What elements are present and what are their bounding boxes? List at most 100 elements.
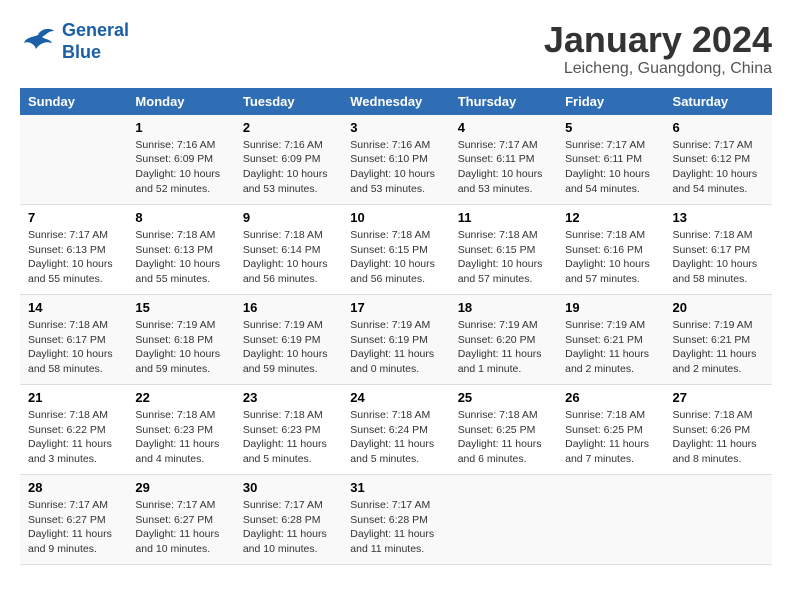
location-subtitle: Leicheng, Guangdong, China — [544, 60, 772, 78]
day-info: Sunrise: 7:19 AMSunset: 6:19 PMDaylight:… — [243, 318, 334, 377]
day-number: 23 — [243, 390, 334, 405]
day-number: 4 — [458, 120, 549, 135]
day-number: 26 — [565, 390, 656, 405]
day-number: 12 — [565, 210, 656, 225]
day-info: Sunrise: 7:17 AMSunset: 6:27 PMDaylight:… — [28, 498, 119, 557]
title-area: January 2024 Leicheng, Guangdong, China — [544, 20, 772, 78]
calendar-cell: 8 Sunrise: 7:18 AMSunset: 6:13 PMDaylight… — [127, 205, 234, 295]
day-info: Sunrise: 7:18 AMSunset: 6:17 PMDaylight:… — [28, 318, 119, 377]
day-number: 10 — [350, 210, 441, 225]
day-number: 17 — [350, 300, 441, 315]
week-row-1: 1 Sunrise: 7:16 AMSunset: 6:09 PMDaylight… — [20, 115, 772, 205]
weekday-header-tuesday: Tuesday — [235, 88, 342, 115]
week-row-2: 7 Sunrise: 7:17 AMSunset: 6:13 PMDaylight… — [20, 205, 772, 295]
calendar-cell: 14 Sunrise: 7:18 AMSunset: 6:17 PMDayligh… — [20, 295, 127, 385]
calendar-cell: 29 Sunrise: 7:17 AMSunset: 6:27 PMDayligh… — [127, 475, 234, 565]
logo-text: General Blue — [62, 20, 129, 63]
calendar-cell: 26 Sunrise: 7:18 AMSunset: 6:25 PMDayligh… — [557, 385, 664, 475]
day-number: 6 — [673, 120, 764, 135]
day-info: Sunrise: 7:18 AMSunset: 6:25 PMDaylight:… — [565, 408, 656, 467]
day-info: Sunrise: 7:18 AMSunset: 6:22 PMDaylight:… — [28, 408, 119, 467]
day-number: 7 — [28, 210, 119, 225]
day-info: Sunrise: 7:18 AMSunset: 6:23 PMDaylight:… — [243, 408, 334, 467]
day-number: 16 — [243, 300, 334, 315]
weekday-header-saturday: Saturday — [665, 88, 772, 115]
day-number: 30 — [243, 480, 334, 495]
weekday-header-row: SundayMondayTuesdayWednesdayThursdayFrid… — [20, 88, 772, 115]
day-info: Sunrise: 7:18 AMSunset: 6:24 PMDaylight:… — [350, 408, 441, 467]
calendar-cell: 9Sunrise: 7:18 AMSunset: 6:14 PMDaylight… — [235, 205, 342, 295]
calendar-cell: 27Sunrise: 7:18 AMSunset: 6:26 PMDayligh… — [665, 385, 772, 475]
day-number: 1 — [135, 120, 226, 135]
calendar-cell: 19Sunrise: 7:19 AMSunset: 6:21 PMDayligh… — [557, 295, 664, 385]
day-number: 13 — [673, 210, 764, 225]
calendar-cell: 28 Sunrise: 7:17 AMSunset: 6:27 PMDayligh… — [20, 475, 127, 565]
day-number: 22 — [135, 390, 226, 405]
day-info: Sunrise: 7:16 AMSunset: 6:10 PMDaylight:… — [350, 138, 441, 197]
calendar-cell — [450, 475, 557, 565]
calendar-cell: 2 Sunrise: 7:16 AMSunset: 6:09 PMDaylight… — [235, 115, 342, 205]
day-number: 8 — [135, 210, 226, 225]
day-number: 15 — [135, 300, 226, 315]
weekday-header-thursday: Thursday — [450, 88, 557, 115]
calendar-cell: 4 Sunrise: 7:17 AMSunset: 6:11 PMDaylight… — [450, 115, 557, 205]
day-info: Sunrise: 7:18 AMSunset: 6:15 PMDaylight:… — [350, 228, 441, 287]
day-number: 9 — [243, 210, 334, 225]
day-number: 3 — [350, 120, 441, 135]
weekday-header-wednesday: Wednesday — [342, 88, 449, 115]
calendar-cell: 15 Sunrise: 7:19 AMSunset: 6:18 PMDayligh… — [127, 295, 234, 385]
calendar-cell: 17 Sunrise: 7:19 AMSunset: 6:19 PMDayligh… — [342, 295, 449, 385]
day-info: Sunrise: 7:17 AMSunset: 6:12 PMDaylight:… — [673, 138, 764, 197]
day-number: 28 — [28, 480, 119, 495]
weekday-header-sunday: Sunday — [20, 88, 127, 115]
day-number: 21 — [28, 390, 119, 405]
day-number: 19 — [565, 300, 656, 315]
calendar-cell: 10 Sunrise: 7:18 AMSunset: 6:15 PMDayligh… — [342, 205, 449, 295]
calendar-table: SundayMondayTuesdayWednesdayThursdayFrid… — [20, 88, 772, 566]
calendar-cell: 7 Sunrise: 7:17 AMSunset: 6:13 PMDaylight… — [20, 205, 127, 295]
day-info: Sunrise: 7:19 AMSunset: 6:18 PMDaylight:… — [135, 318, 226, 377]
day-info: Sunrise: 7:17 AMSunset: 6:11 PMDaylight:… — [565, 138, 656, 197]
day-info: Sunrise: 7:18 AMSunset: 6:25 PMDaylight:… — [458, 408, 549, 467]
calendar-cell: 11 Sunrise: 7:18 AMSunset: 6:15 PMDayligh… — [450, 205, 557, 295]
day-number: 2 — [243, 120, 334, 135]
calendar-cell: 31Sunrise: 7:17 AMSunset: 6:28 PMDayligh… — [342, 475, 449, 565]
day-number: 11 — [458, 210, 549, 225]
day-info: Sunrise: 7:17 AMSunset: 6:11 PMDaylight:… — [458, 138, 549, 197]
calendar-cell — [665, 475, 772, 565]
day-number: 14 — [28, 300, 119, 315]
day-number: 29 — [135, 480, 226, 495]
day-info: Sunrise: 7:16 AMSunset: 6:09 PMDaylight:… — [243, 138, 334, 197]
day-info: Sunrise: 7:18 AMSunset: 6:17 PMDaylight:… — [673, 228, 764, 287]
calendar-cell: 30 Sunrise: 7:17 AMSunset: 6:28 PMDayligh… — [235, 475, 342, 565]
day-number: 24 — [350, 390, 441, 405]
day-number: 27 — [673, 390, 764, 405]
day-info: Sunrise: 7:18 AMSunset: 6:13 PMDaylight:… — [135, 228, 226, 287]
week-row-5: 28 Sunrise: 7:17 AMSunset: 6:27 PMDayligh… — [20, 475, 772, 565]
calendar-cell: 5 Sunrise: 7:17 AMSunset: 6:11 PMDaylight… — [557, 115, 664, 205]
calendar-cell: 18Sunrise: 7:19 AMSunset: 6:20 PMDayligh… — [450, 295, 557, 385]
calendar-cell: 22 Sunrise: 7:18 AMSunset: 6:23 PMDayligh… — [127, 385, 234, 475]
day-info: Sunrise: 7:18 AMSunset: 6:23 PMDaylight:… — [135, 408, 226, 467]
day-info: Sunrise: 7:19 AMSunset: 6:19 PMDaylight:… — [350, 318, 441, 377]
day-info: Sunrise: 7:16 AMSunset: 6:09 PMDaylight:… — [135, 138, 226, 197]
day-info: Sunrise: 7:18 AMSunset: 6:15 PMDaylight:… — [458, 228, 549, 287]
calendar-cell: 21 Sunrise: 7:18 AMSunset: 6:22 PMDayligh… — [20, 385, 127, 475]
day-info: Sunrise: 7:17 AMSunset: 6:28 PMDaylight:… — [243, 498, 334, 557]
day-number: 18 — [458, 300, 549, 315]
week-row-4: 21 Sunrise: 7:18 AMSunset: 6:22 PMDayligh… — [20, 385, 772, 475]
day-info: Sunrise: 7:17 AMSunset: 6:28 PMDaylight:… — [350, 498, 441, 557]
calendar-cell: 20Sunrise: 7:19 AMSunset: 6:21 PMDayligh… — [665, 295, 772, 385]
calendar-cell: 24 Sunrise: 7:18 AMSunset: 6:24 PMDayligh… — [342, 385, 449, 475]
day-number: 5 — [565, 120, 656, 135]
week-row-3: 14 Sunrise: 7:18 AMSunset: 6:17 PMDayligh… — [20, 295, 772, 385]
calendar-cell: 25Sunrise: 7:18 AMSunset: 6:25 PMDayligh… — [450, 385, 557, 475]
logo-icon — [20, 27, 56, 57]
day-info: Sunrise: 7:19 AMSunset: 6:21 PMDaylight:… — [673, 318, 764, 377]
calendar-cell: 6 Sunrise: 7:17 AMSunset: 6:12 PMDaylight… — [665, 115, 772, 205]
day-info: Sunrise: 7:17 AMSunset: 6:27 PMDaylight:… — [135, 498, 226, 557]
day-info: Sunrise: 7:17 AMSunset: 6:13 PMDaylight:… — [28, 228, 119, 287]
weekday-header-monday: Monday — [127, 88, 234, 115]
logo: General Blue — [20, 20, 129, 63]
calendar-cell: 16 Sunrise: 7:19 AMSunset: 6:19 PMDayligh… — [235, 295, 342, 385]
